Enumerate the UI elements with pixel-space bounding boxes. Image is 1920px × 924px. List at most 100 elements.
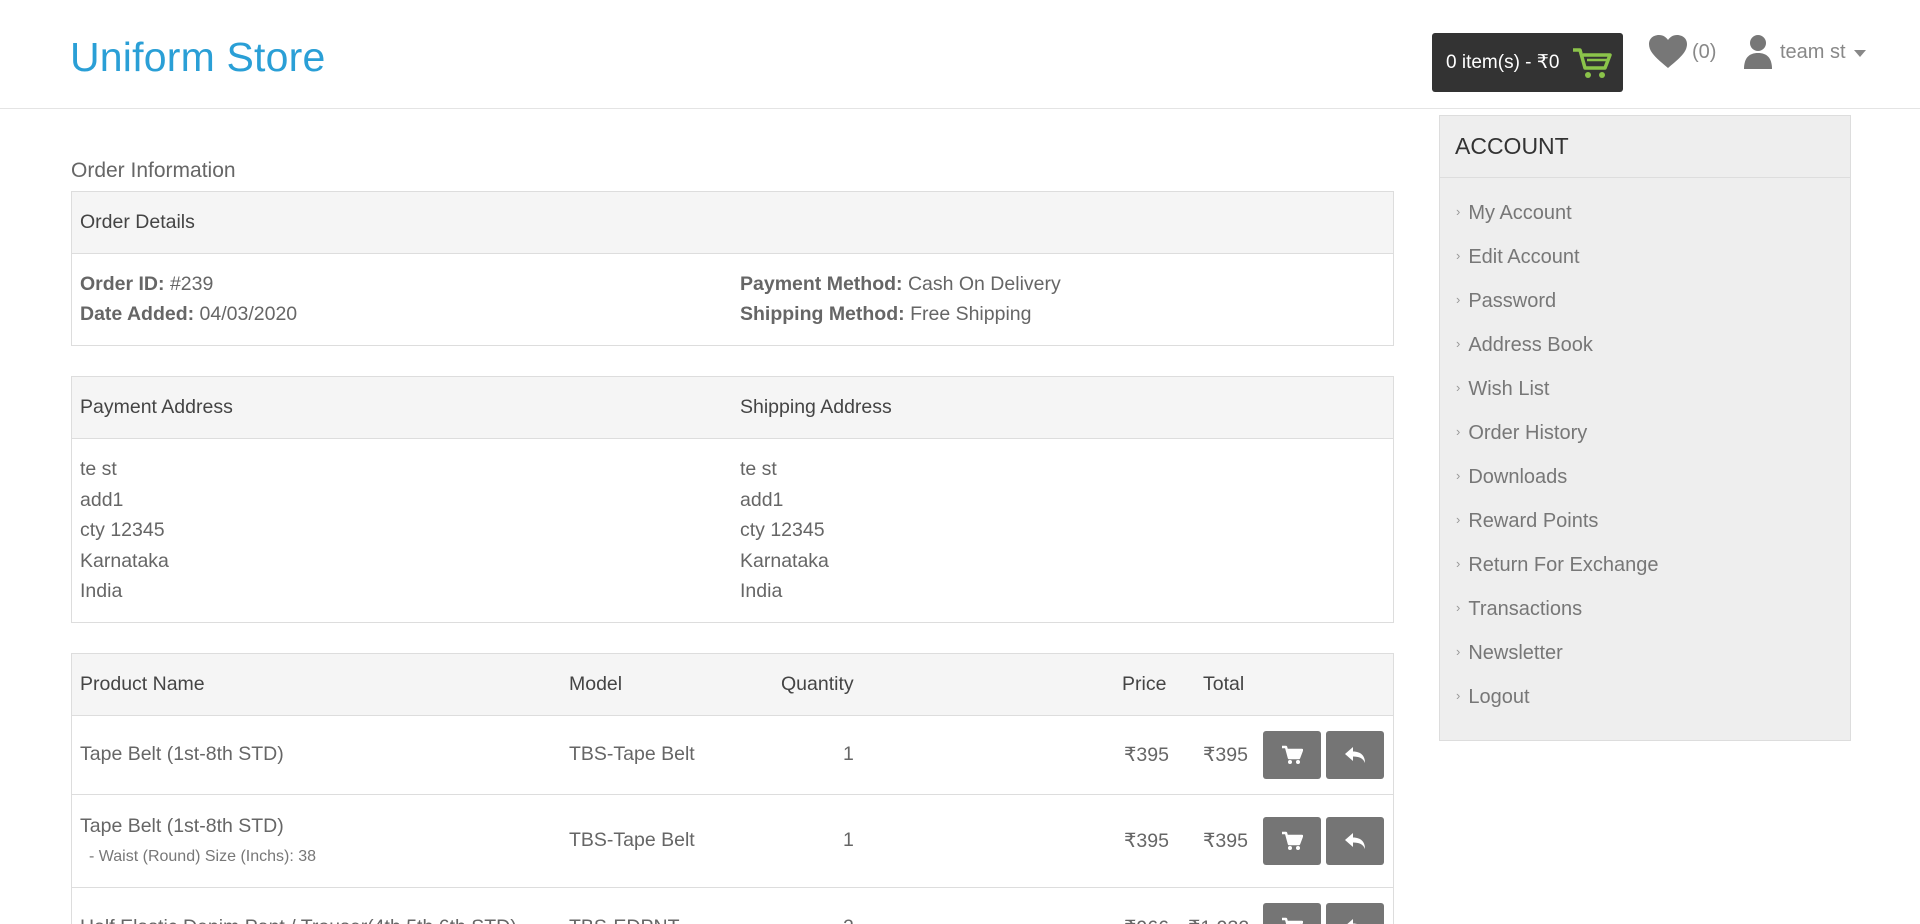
chevron-right-icon: › xyxy=(1456,643,1461,659)
reply-icon xyxy=(1345,833,1365,849)
sidebar-item-wish-list[interactable]: › Wish List xyxy=(1440,367,1850,411)
payment-method-label: Payment Method: xyxy=(740,273,903,295)
sidebar-item-edit-account[interactable]: › Edit Account xyxy=(1440,235,1850,279)
sidebar-item-label: Password xyxy=(1468,289,1557,312)
sidebar-item-transactions[interactable]: › Transactions xyxy=(1440,587,1850,631)
address-line: Karnataka xyxy=(740,549,829,572)
product-model: TBS-Tape Belt xyxy=(569,743,695,765)
col-total: Total xyxy=(1203,673,1245,695)
product-option: - Waist (Round) Size (Inchs): 38 xyxy=(89,848,317,865)
sidebar-item-my-account[interactable]: › My Account xyxy=(1440,191,1850,235)
address-line: te st xyxy=(740,458,777,480)
order-id-label: Order ID: xyxy=(80,273,165,295)
chevron-right-icon: › xyxy=(1456,335,1461,351)
table-row: Half Elastic Denim Pant / Trouser(4th,5t… xyxy=(72,888,1393,924)
sidebar-item-label: Return For Exchange xyxy=(1468,553,1659,576)
sidebar-heading: ACCOUNT xyxy=(1440,116,1850,178)
sidebar-item-downloads[interactable]: › Downloads xyxy=(1440,455,1850,499)
product-model: TBS-EDPNT xyxy=(569,916,680,924)
wishlist-link[interactable]: (0) xyxy=(1648,34,1716,70)
product-name: Tape Belt (1st-8th STD) xyxy=(80,743,284,765)
sidebar-item-newsletter[interactable]: › Newsletter xyxy=(1440,631,1850,675)
shipping-method-label: Shipping Method: xyxy=(740,303,905,325)
reorder-button[interactable] xyxy=(1263,903,1321,924)
table-row: Tape Belt (1st-8th STD) - Waist (Round) … xyxy=(72,795,1393,888)
cart-icon xyxy=(1282,831,1303,850)
col-quantity: Quantity xyxy=(781,673,854,695)
col-model: Model xyxy=(569,673,623,695)
date-added: 04/03/2020 xyxy=(199,303,298,325)
payment-address-heading: Payment Address xyxy=(80,396,233,418)
sidebar-item-order-history[interactable]: › Order History xyxy=(1440,411,1850,455)
product-name: Tape Belt (1st-8th STD) xyxy=(80,815,284,837)
order-details-heading: Order Details xyxy=(80,211,195,233)
account-dropdown[interactable]: team st xyxy=(1743,34,1866,70)
chevron-right-icon: › xyxy=(1456,379,1461,395)
shipping-address: te st add1 cty 12345 Karnataka India xyxy=(740,454,829,607)
cart-icon xyxy=(1282,745,1303,764)
return-button[interactable] xyxy=(1326,903,1384,924)
chevron-right-icon: › xyxy=(1456,555,1461,571)
table-header: Product Name Model Quantity Price Total xyxy=(72,654,1393,716)
chevron-right-icon: › xyxy=(1456,423,1461,439)
sidebar-item-return-for-exchange[interactable]: › Return For Exchange xyxy=(1440,543,1850,587)
sidebar-item-password[interactable]: › Password xyxy=(1440,279,1850,323)
chevron-right-icon: › xyxy=(1456,247,1461,263)
product-total: ₹395 xyxy=(1203,830,1248,852)
sidebar-item-label: Newsletter xyxy=(1468,641,1563,664)
product-quantity: 2 xyxy=(843,916,854,924)
address-line: add1 xyxy=(740,488,784,511)
shipping-address-heading: Shipping Address xyxy=(740,396,892,418)
chevron-right-icon: › xyxy=(1456,467,1461,483)
product-name: Half Elastic Denim Pant / Trouser(4th,5t… xyxy=(80,916,517,924)
col-product-name: Product Name xyxy=(80,673,205,695)
return-button[interactable] xyxy=(1326,731,1384,779)
address-line: te st xyxy=(80,458,117,480)
payment-address: te st add1 cty 12345 Karnataka India xyxy=(80,454,169,607)
address-line: India xyxy=(80,580,123,602)
sidebar-item-address-book[interactable]: › Address Book xyxy=(1440,323,1850,367)
chevron-right-icon: › xyxy=(1456,599,1461,615)
sidebar-item-label: Wish List xyxy=(1468,377,1550,400)
product-total: ₹1,932 xyxy=(1188,916,1249,924)
sidebar-item-label: Downloads xyxy=(1468,465,1568,488)
reply-icon xyxy=(1345,747,1365,763)
table-row: Tape Belt (1st-8th STD) TBS-Tape Belt 1 … xyxy=(72,716,1393,795)
product-quantity: 1 xyxy=(843,829,854,851)
product-price: ₹966 xyxy=(1124,916,1169,924)
sidebar-item-label: Edit Account xyxy=(1468,245,1580,268)
sidebar-item-label: Reward Points xyxy=(1468,509,1599,532)
col-price: Price xyxy=(1122,673,1167,695)
user-icon xyxy=(1744,35,1772,69)
cart-icon xyxy=(1573,47,1613,78)
shipping-method: Free Shipping xyxy=(910,303,1032,325)
sidebar-item-label: Transactions xyxy=(1468,597,1583,620)
chevron-right-icon: › xyxy=(1456,203,1461,219)
address-line: Karnataka xyxy=(80,549,169,572)
address-line: India xyxy=(740,580,783,602)
products-table: Product Name Model Quantity Price Total … xyxy=(71,653,1394,924)
store-logo[interactable]: Uniform Store xyxy=(70,34,326,81)
reorder-button[interactable] xyxy=(1263,817,1321,865)
return-button[interactable] xyxy=(1326,817,1384,865)
reorder-button[interactable] xyxy=(1263,731,1321,779)
cart-button[interactable]: 0 item(s) - ₹0 xyxy=(1432,33,1623,92)
chevron-right-icon: › xyxy=(1456,687,1461,703)
address-line: cty 12345 xyxy=(80,519,165,541)
date-added-label: Date Added: xyxy=(80,303,195,325)
cart-icon xyxy=(1282,917,1303,924)
sidebar-item-label: Logout xyxy=(1468,685,1530,708)
reply-icon xyxy=(1347,919,1357,924)
account-sidebar: ACCOUNT › My Account › Edit Account › Passw… xyxy=(1439,115,1851,741)
address-line: add1 xyxy=(80,488,124,511)
sidebar-item-label: Address Book xyxy=(1468,333,1593,356)
sidebar-item-logout[interactable]: › Logout xyxy=(1440,675,1850,719)
heart-icon xyxy=(1649,35,1687,68)
payment-method: Cash On Delivery xyxy=(907,273,1061,295)
product-quantity: 1 xyxy=(843,743,854,765)
user-name: team st xyxy=(1780,40,1846,63)
sidebar-item-reward-points[interactable]: › Reward Points xyxy=(1440,499,1850,543)
product-model: TBS-Tape Belt xyxy=(569,829,695,851)
header: Uniform Store 0 item(s) - ₹0 (0) team st xyxy=(0,0,1920,109)
product-price: ₹395 xyxy=(1124,744,1169,766)
